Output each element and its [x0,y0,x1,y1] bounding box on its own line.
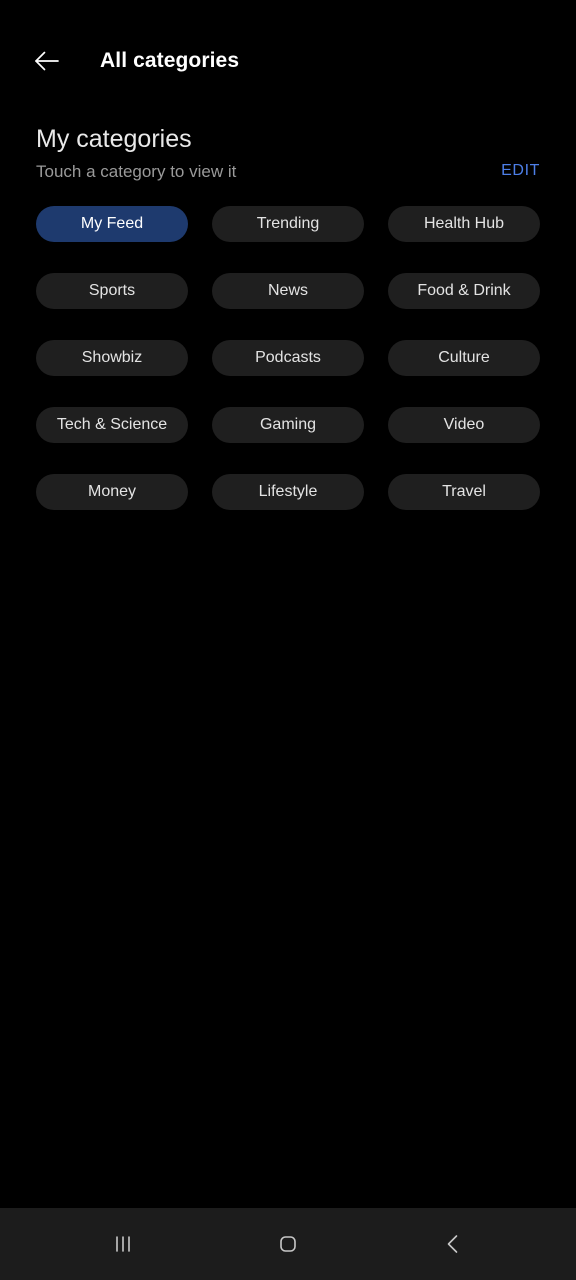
category-chip[interactable]: Lifestyle [212,474,364,510]
category-chip[interactable]: Food & Drink [388,273,540,309]
category-chip[interactable]: Gaming [212,407,364,443]
category-chip[interactable]: Tech & Science [36,407,188,443]
category-chip[interactable]: Showbiz [36,340,188,376]
category-chip[interactable]: Money [36,474,188,510]
back-chevron-icon [440,1231,466,1257]
category-chip[interactable]: Video [388,407,540,443]
back-button[interactable] [22,36,72,86]
section-subtitle: Touch a category to view it [36,162,237,181]
category-chip[interactable]: Sports [36,273,188,309]
edit-button[interactable]: EDIT [501,162,540,180]
app-screen: All categories My categories Touch a cat… [0,0,576,1280]
app-bar: All categories [0,0,576,122]
category-chip[interactable]: Travel [388,474,540,510]
android-nav-bar [0,1208,576,1280]
category-chip[interactable]: Trending [212,206,364,242]
category-chip[interactable]: News [212,273,364,309]
category-chip[interactable]: Culture [388,340,540,376]
category-chip[interactable]: My Feed [36,206,188,242]
arrow-left-icon [32,46,62,76]
home-icon [275,1231,301,1257]
section-header: My categories Touch a category to view i… [0,122,576,206]
nav-recents-button[interactable] [83,1214,163,1274]
category-chip[interactable]: Podcasts [212,340,364,376]
page-title: All categories [100,49,240,72]
category-chip[interactable]: Health Hub [388,206,540,242]
nav-home-button[interactable] [248,1214,328,1274]
category-grid: My Feed Trending Health Hub Sports News Food … [0,206,576,510]
recents-icon [110,1231,136,1257]
nav-back-button[interactable] [413,1214,493,1274]
section-title: My categories [36,125,192,153]
